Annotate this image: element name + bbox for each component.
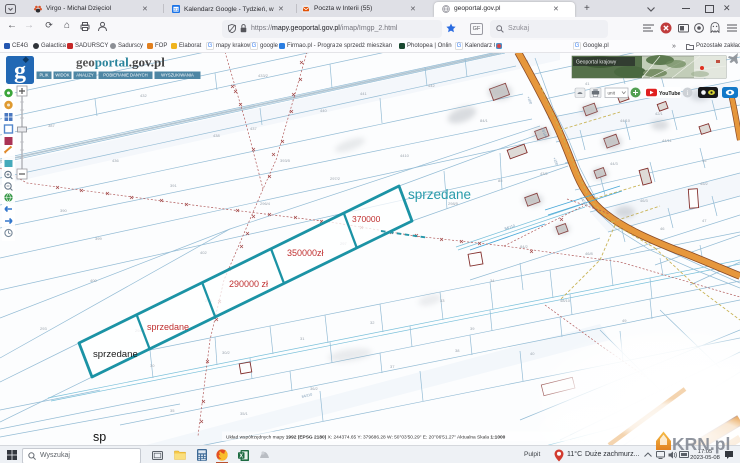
svg-text:391: 391 [170, 183, 177, 188]
svg-text:438: 438 [213, 133, 220, 138]
svg-text:402: 402 [200, 250, 207, 255]
svg-text:432: 432 [140, 93, 147, 98]
svg-text:84/2: 84/2 [520, 244, 529, 249]
svg-text:35: 35 [170, 408, 175, 413]
svg-text:35/1: 35/1 [240, 411, 249, 416]
svg-text:42/1: 42/1 [655, 111, 664, 116]
svg-text:85: 85 [498, 178, 503, 183]
svg-text:Geoportal krajowy: Geoportal krajowy [576, 60, 617, 66]
svg-text:Układ współrzędnych mapy 1992: Układ współrzędnych mapy 1992 (EPSG 2180… [226, 435, 506, 441]
svg-text:350000zł: 350000zł [287, 248, 324, 258]
svg-text:ANALIZY: ANALIZY [76, 73, 94, 78]
svg-text:49: 49 [622, 318, 627, 323]
svg-text:44/11: 44/11 [662, 138, 672, 143]
svg-text:38: 38 [455, 348, 460, 353]
svg-text:KRN.pl: KRN.pl [672, 434, 730, 454]
svg-text:46/3: 46/3 [640, 198, 649, 203]
svg-text:387: 387 [48, 123, 55, 128]
svg-text:45/2: 45/2 [700, 181, 709, 186]
svg-text:47: 47 [702, 218, 707, 223]
svg-text:YouTube: YouTube [659, 91, 681, 97]
svg-text:sprzedane: sprzedane [147, 322, 189, 332]
svg-text:33: 33 [440, 298, 445, 303]
svg-text:geoportal.gov.pl: geoportal.gov.pl [76, 55, 165, 70]
svg-text:POBIERANIE DANYCH: POBIERANIE DANYCH [103, 73, 147, 78]
svg-text:293: 293 [40, 326, 47, 331]
svg-text:40: 40 [530, 351, 535, 356]
svg-text:44/3: 44/3 [610, 161, 619, 166]
svg-text:sprzedane: sprzedane [93, 349, 138, 360]
svg-text:i: i [687, 89, 689, 97]
svg-text:48/10: 48/10 [560, 298, 571, 303]
svg-text:442: 442 [428, 83, 435, 88]
svg-text:433/2: 433/2 [258, 73, 269, 78]
svg-text:31: 31 [300, 336, 305, 341]
svg-text:30/2: 30/2 [222, 350, 231, 355]
svg-text:36/2: 36/2 [310, 386, 319, 391]
svg-text:390: 390 [60, 208, 67, 213]
svg-text:PLIK: PLIK [39, 73, 48, 78]
svg-text:sprzedane: sprzedane [408, 187, 471, 202]
svg-text:46: 46 [660, 226, 665, 231]
svg-text:437: 437 [250, 126, 257, 131]
svg-text:44/10: 44/10 [620, 118, 631, 123]
svg-text:43/2: 43/2 [540, 171, 549, 176]
svg-text:296/4: 296/4 [260, 201, 271, 206]
svg-text:393/5: 393/5 [280, 158, 291, 163]
svg-text:37: 37 [390, 364, 395, 369]
svg-text:370000: 370000 [352, 214, 381, 224]
svg-text:441: 441 [360, 91, 367, 96]
svg-text:30: 30 [150, 363, 155, 368]
svg-text:32: 32 [370, 320, 375, 325]
svg-text:46/8: 46/8 [585, 251, 594, 256]
svg-text:4410: 4410 [400, 153, 410, 158]
svg-text:41: 41 [585, 81, 590, 86]
svg-text:45: 45 [702, 158, 707, 163]
svg-text:WYSZUKIWANIA: WYSZUKIWANIA [161, 73, 194, 78]
svg-text:436: 436 [112, 158, 119, 163]
svg-text:399: 399 [95, 236, 102, 241]
svg-text:31: 31 [174, 6, 179, 11]
svg-text:440: 440 [320, 108, 327, 113]
svg-text:290000 zł: 290000 zł [229, 279, 268, 289]
svg-text:X: X [239, 453, 243, 459]
svg-text:400: 400 [90, 278, 97, 283]
svg-text:34: 34 [490, 278, 495, 283]
svg-text:39: 39 [470, 326, 475, 331]
svg-text:g: g [14, 58, 26, 84]
svg-text:WIDOK: WIDOK [55, 73, 69, 78]
svg-text:297/2: 297/2 [330, 176, 341, 181]
svg-text:84/1: 84/1 [480, 118, 489, 123]
svg-text:unit: unit [608, 91, 616, 96]
